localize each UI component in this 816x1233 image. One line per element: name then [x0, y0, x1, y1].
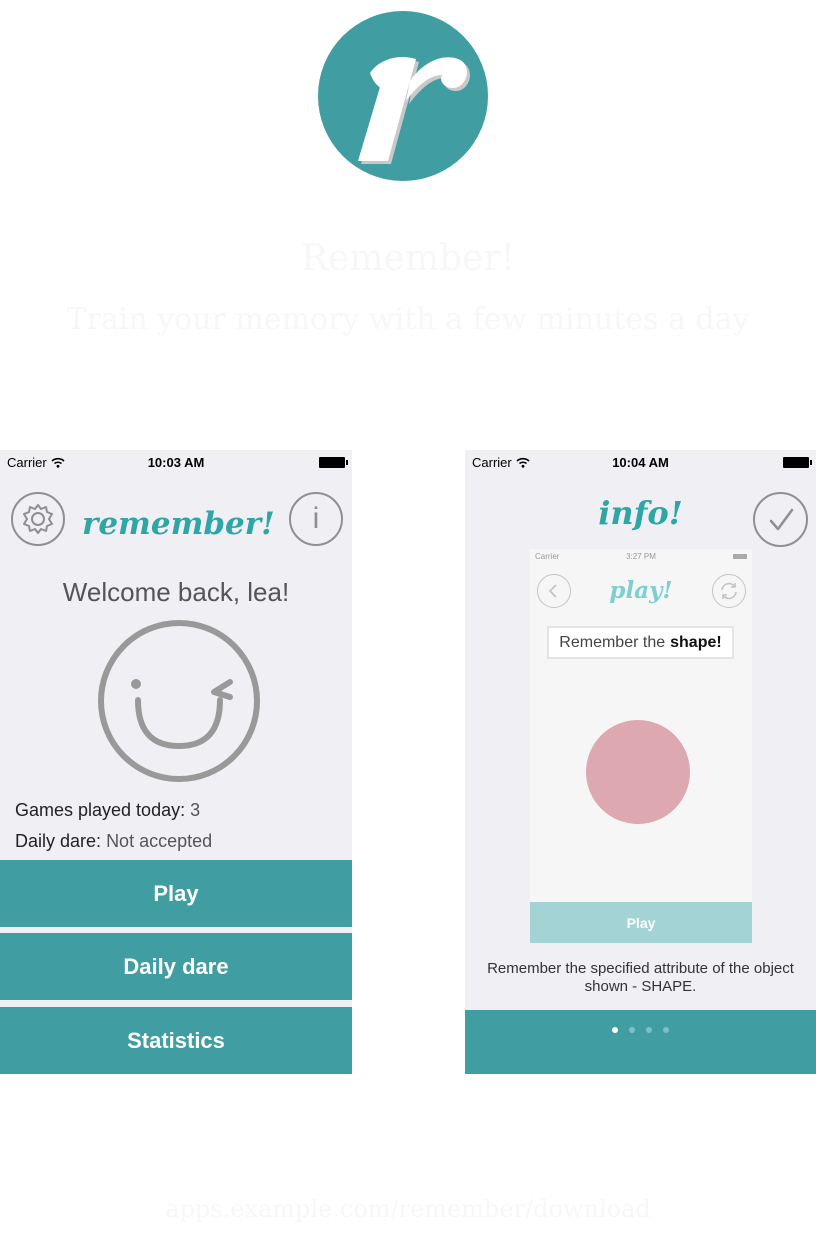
info-button[interactable]: i [289, 492, 343, 546]
shape-object [586, 720, 690, 824]
info-screen: Carrier 10:04 AM info! Carrier 3:27 PM p… [465, 450, 816, 1074]
tagline-subtitle: Train your memory with a few minutes a d… [66, 302, 750, 337]
daily-dare-button[interactable]: Daily dare [0, 933, 352, 1000]
statistics-button[interactable]: Statistics [0, 1007, 352, 1074]
page-dot[interactable] [629, 1027, 635, 1033]
memory-prompt: Remember the shape! [547, 626, 734, 659]
tagline-url: apps.example.com/remember/download [165, 1195, 651, 1223]
refresh-button [712, 574, 746, 608]
prompt-attribute: shape! [670, 633, 722, 651]
welcome-message: Welcome back, lea! [62, 577, 290, 607]
inner-battery-icon [733, 554, 747, 559]
status-time: 10:03 AM [147, 455, 205, 470]
inner-play-button: Play [530, 902, 752, 943]
logo-letter-r-icon [358, 56, 470, 164]
refresh-icon [721, 582, 737, 600]
home-screen: Carrier 10:03 AM remember! i Welcome bac… [0, 450, 352, 1074]
page-indicator[interactable] [465, 1027, 816, 1033]
games-played-stat: Games played today: 3 [15, 800, 201, 820]
play-button[interactable]: Play [0, 860, 352, 927]
daily-dare-stat: Daily dare: Not accepted [15, 831, 213, 851]
page-dot[interactable] [663, 1027, 669, 1033]
status-time: 10:04 AM [612, 455, 669, 470]
battery-icon [319, 457, 348, 468]
inner-status-bar: Carrier 3:27 PM [530, 551, 752, 565]
battery-icon [783, 457, 812, 468]
tagline-title: Remember! [300, 238, 515, 279]
tutorial-screenshot: Carrier 3:27 PM play! Remember the shape!… [530, 549, 752, 943]
info-description: Remember the specified attribute of the … [487, 960, 794, 995]
app-title: remember! [82, 506, 275, 542]
games-played-value: 3 [190, 800, 201, 820]
status-bar: Carrier 10:04 AM [465, 450, 816, 474]
info-icon: i [312, 502, 320, 535]
app-logo [318, 11, 488, 181]
done-button[interactable] [753, 492, 808, 547]
status-bar: Carrier 10:03 AM [0, 450, 352, 474]
pager-bar [465, 1010, 816, 1074]
checkmark-icon [769, 508, 793, 530]
settings-button[interactable] [11, 492, 65, 546]
daily-dare-value: Not accepted [106, 831, 213, 851]
wink-smiley-icon [98, 620, 260, 782]
page-dot[interactable] [612, 1027, 618, 1033]
gear-icon [23, 504, 53, 534]
page-dot[interactable] [646, 1027, 652, 1033]
